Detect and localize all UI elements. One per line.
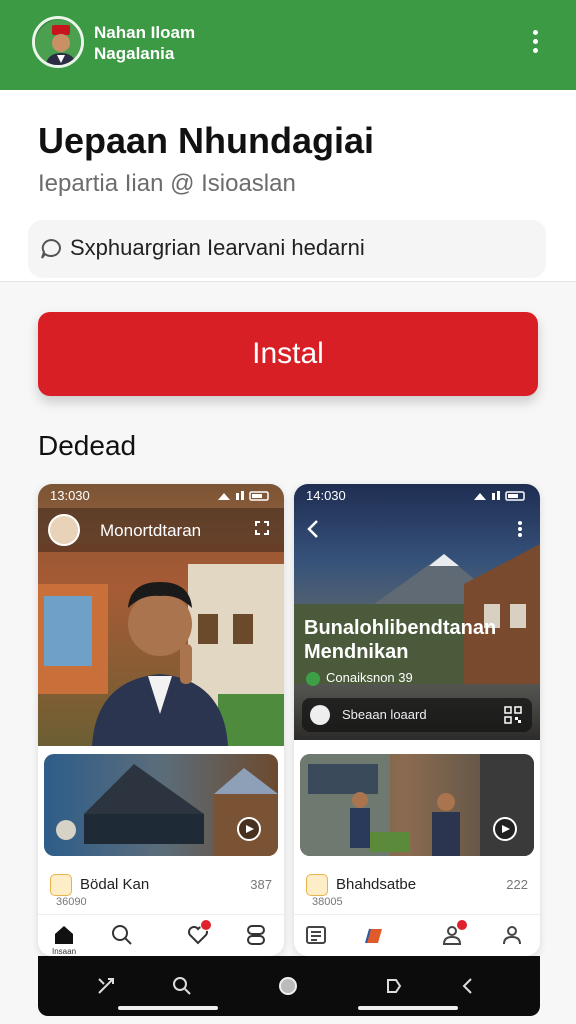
video-thumbnail[interactable] <box>300 754 534 856</box>
search-icon[interactable] <box>110 923 134 947</box>
page-subtitle: Iepartia Iian @ Isioaslan <box>38 170 296 197</box>
news-icon[interactable] <box>304 923 328 947</box>
meta-count: 387 <box>250 877 272 892</box>
meta-name: Bhahdsatbe <box>336 876 417 893</box>
search-pill-text: Sbeaan loaard <box>342 707 427 722</box>
home-label: Insaan <box>52 947 77 956</box>
status-icons <box>474 491 525 501</box>
compass-icon <box>310 705 330 725</box>
status-time: 13:030 <box>50 488 90 503</box>
meta-sub: 36090 <box>56 896 87 908</box>
profile-icon[interactable] <box>244 923 268 947</box>
app-icon <box>306 874 328 896</box>
home-icon[interactable] <box>52 923 76 947</box>
chat-bubble-icon <box>41 238 61 259</box>
search-pill[interactable]: Sbeaan loaard <box>302 698 532 732</box>
profile-avatar-icon[interactable] <box>48 514 80 546</box>
screenshot-card-2[interactable]: 14:030 Bunalohlibendtanan Mendnikan Cona… <box>294 484 540 956</box>
info-chip[interactable]: Sxphuargrian Iearvani hedarni <box>28 220 546 278</box>
app-icon <box>50 874 72 896</box>
back-icon[interactable] <box>456 974 480 998</box>
video-thumbnail[interactable] <box>44 754 278 856</box>
overlay-title: Bunalohlibendtanan Mendnikan <box>304 616 534 664</box>
shuffle-icon[interactable] <box>94 974 118 998</box>
user-icon[interactable] <box>500 923 524 947</box>
meta-count: 222 <box>506 877 528 892</box>
card-status-bar: 13:030 <box>38 484 284 508</box>
notification-badge <box>200 919 212 931</box>
expand-icon[interactable] <box>254 520 270 536</box>
overlay-chip-text: Conaiksnon 39 <box>326 670 413 685</box>
recents-icon[interactable] <box>382 974 406 998</box>
status-time: 14:030 <box>306 488 346 503</box>
qr-code-icon[interactable] <box>504 706 522 724</box>
home-circle-icon[interactable] <box>276 974 300 998</box>
card-meta: Bhahdsatbe 38005 222 <box>306 874 528 914</box>
app-title-line1: Nahan Iloam <box>94 23 196 42</box>
meta-name: Bödal Kan <box>80 876 150 893</box>
chat-icon[interactable] <box>236 816 262 842</box>
section-label: Dedead <box>38 430 137 461</box>
app-bar: Nahan Iloam Nagalania <box>0 0 576 90</box>
page-title: Uepaan Nhundagiai <box>38 120 375 161</box>
status-dot-icon <box>306 671 320 686</box>
overlay-title-line1: Bunalohlibendtanan <box>304 617 497 639</box>
bookmark-icon[interactable] <box>362 923 386 947</box>
more-vertical-icon[interactable] <box>526 28 544 60</box>
back-arrow-icon[interactable] <box>304 518 322 540</box>
profile-band: Monortdtaran <box>38 508 284 552</box>
user-avatar-icon[interactable] <box>32 16 84 68</box>
card-meta: Bödal Kan 36090 387 <box>50 874 272 914</box>
install-button[interactable]: Instal <box>38 312 538 396</box>
overlay-chip: Conaiksnon 39 <box>306 670 413 688</box>
more-vertical-icon[interactable] <box>516 520 524 538</box>
gesture-pill <box>118 1006 218 1010</box>
card-bottom-nav: Insaan <box>38 914 284 956</box>
meta-sub: 38005 <box>312 896 343 908</box>
status-icons <box>218 491 269 501</box>
overlay-title-line2: Mendnikan <box>304 641 409 663</box>
search-icon[interactable] <box>170 974 194 998</box>
notification-badge <box>456 919 468 931</box>
app-title-line2: Nagalania <box>94 44 175 63</box>
card-status-bar: 14:030 <box>294 484 540 508</box>
card-bottom-nav <box>294 914 540 956</box>
profile-name: Monortdtaran <box>100 521 202 540</box>
screenshot-card-1[interactable]: 13:030 Monortdtaran Bödal Kan 36090 387 … <box>38 484 284 956</box>
info-chip-text: Sxphuargrian Iearvani hedarni <box>70 235 365 260</box>
app-title: Nahan Iloam Nagalania <box>94 22 195 64</box>
system-nav-bar <box>38 956 540 1016</box>
chat-icon[interactable] <box>492 816 518 842</box>
gesture-pill <box>358 1006 458 1010</box>
